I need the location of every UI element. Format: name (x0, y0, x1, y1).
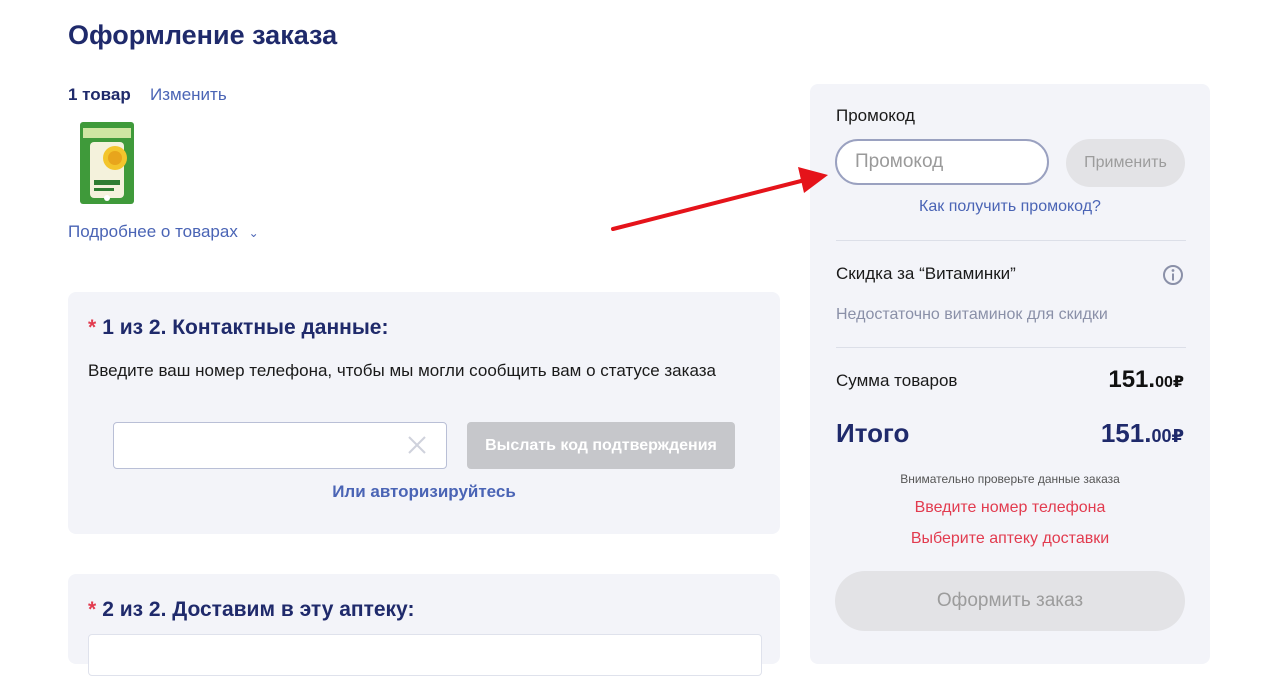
product-details-link[interactable]: Подробнее о товарах ⌄ (68, 222, 259, 242)
subtotal-label: Сумма товаров (836, 371, 958, 390)
divider (836, 240, 1186, 241)
contact-step-title: * 1 из 2. Контактные данные: (88, 316, 388, 340)
promo-label: Промокод (836, 106, 915, 125)
total-int: 151. (1100, 418, 1152, 448)
contact-step-card: * 1 из 2. Контактные данные: Введите ваш … (68, 292, 780, 534)
delivery-step-title: * 2 из 2. Доставим в эту аптеку: (88, 598, 414, 622)
close-icon[interactable] (406, 434, 428, 456)
vitamins-discount-title: Скидка за “Витаминки” (836, 264, 1016, 283)
subtotal-value: 151.00₽ (1108, 366, 1184, 394)
vitamins-discount-note: Недостаточно витаминок для скидки (836, 306, 1108, 323)
delivery-step-card: * 2 из 2. Доставим в эту аптеку: (68, 574, 780, 676)
promo-input[interactable] (835, 139, 1049, 185)
annotation-arrow-icon (611, 167, 828, 231)
checkout-button[interactable]: Оформить заказ (835, 571, 1185, 631)
product-thumbnail[interactable] (80, 122, 134, 204)
order-summary-panel: Промокод Применить Как получить промокод… (810, 84, 1210, 664)
login-link[interactable]: Или авторизируйтесь (68, 482, 780, 502)
error-pharmacy-message: Выберите аптеку доставки (910, 530, 1110, 547)
error-phone-message: Введите номер телефона (914, 499, 1106, 516)
info-icon[interactable] (1162, 264, 1184, 286)
send-code-button[interactable]: Выслать код подтверждения (467, 422, 735, 469)
subtotal-cents: 00 (1155, 374, 1173, 391)
check-data-note: Внимательно проверьте данные заказа (900, 472, 1120, 486)
cart-change-link[interactable]: Изменить (150, 85, 227, 105)
apply-promo-button[interactable]: Применить (1066, 139, 1185, 187)
cart-items-count: 1 товар (68, 85, 131, 104)
divider (836, 347, 1186, 348)
page-title: Оформление заказа (68, 20, 338, 50)
delivery-step-title-text: 2 из 2. Доставим в эту аптеку: (102, 598, 415, 621)
contact-step-description: Введите ваш номер телефона, чтобы мы мог… (88, 361, 716, 380)
required-star: * (88, 598, 97, 621)
currency-symbol: ₽ (1171, 426, 1184, 446)
product-details-label: Подробнее о товарах (68, 222, 238, 241)
phone-field (113, 422, 447, 469)
total-label: Итого (836, 418, 910, 448)
promo-how-link[interactable]: Как получить промокод? (810, 198, 1210, 216)
currency-symbol: ₽ (1172, 374, 1184, 391)
subtotal-int: 151. (1108, 366, 1156, 393)
chevron-down-icon: ⌄ (248, 226, 259, 240)
total-value: 151.00₽ (1101, 418, 1184, 449)
pharmacy-selector[interactable] (88, 634, 762, 676)
required-star: * (88, 316, 97, 339)
total-cents: 00 (1151, 426, 1172, 446)
contact-step-title-text: 1 из 2. Контактные данные: (102, 316, 389, 339)
phone-input[interactable] (114, 423, 418, 466)
